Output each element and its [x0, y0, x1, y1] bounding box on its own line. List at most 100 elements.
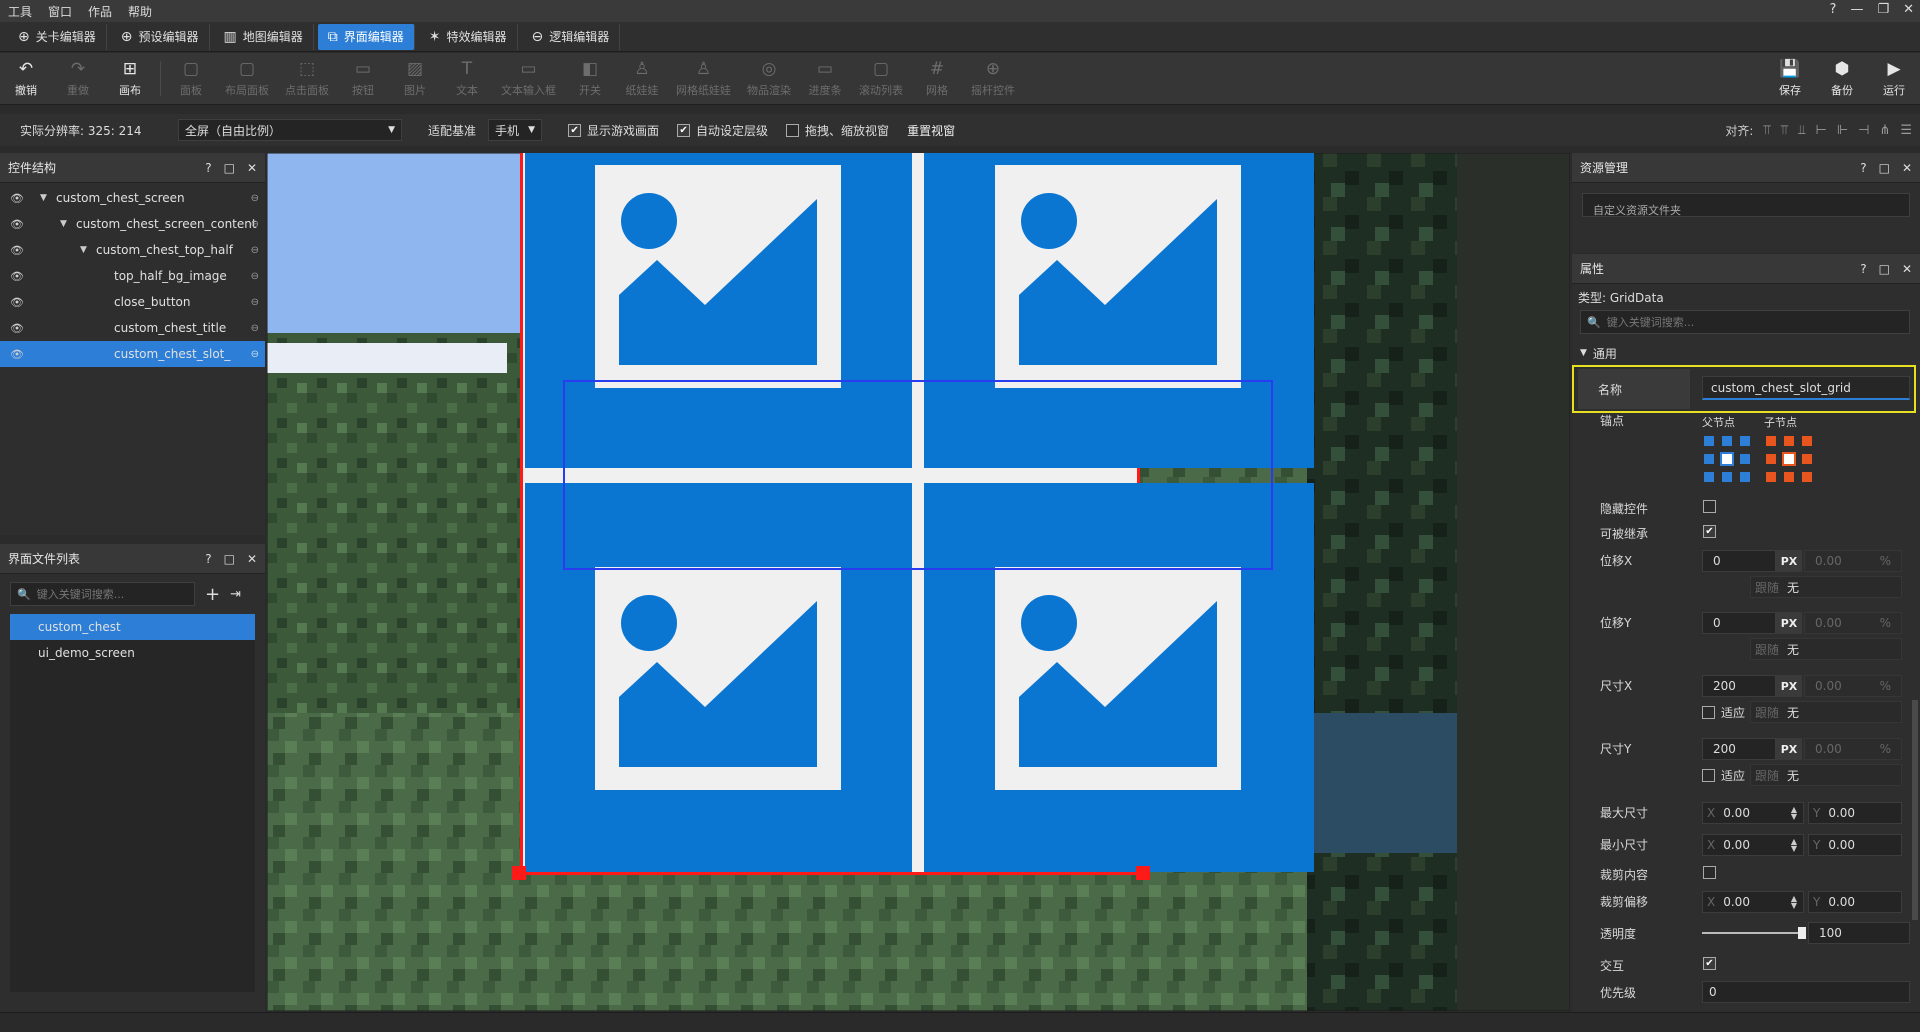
- min-size-x-input[interactable]: X 0.00 ▲ ▼: [1702, 834, 1804, 856]
- text-widget-button[interactable]: T 文本: [441, 53, 493, 104]
- tree-item[interactable]: 👁 ▼ custom_chest_screen_content ⊖: [0, 211, 265, 237]
- close-icon[interactable]: ✕: [247, 161, 257, 175]
- spinner-icon[interactable]: ▲ ▼: [1791, 838, 1797, 853]
- px-unit-button[interactable]: PX: [1776, 550, 1802, 572]
- switch-widget-button[interactable]: ◧ 开关: [564, 53, 616, 104]
- clip-offset-x-input[interactable]: X 0.00 ▲ ▼: [1702, 891, 1804, 913]
- size-x-follow-select[interactable]: 跟随无: [1750, 701, 1902, 723]
- text-input-widget-button[interactable]: ▭ 文本输入框: [493, 53, 564, 104]
- pos-x-follow-select[interactable]: 跟随无: [1750, 576, 1902, 598]
- alpha-slider-handle[interactable]: [1798, 927, 1806, 939]
- help-icon[interactable]: ?: [1860, 262, 1866, 276]
- alpha-input[interactable]: 100: [1808, 922, 1910, 944]
- hide-checkbox[interactable]: [1703, 500, 1716, 513]
- anchor-child-grid[interactable]: [1764, 432, 1814, 488]
- tab-ui-editor[interactable]: ⧉ 界面编辑器: [317, 23, 415, 50]
- tree-item[interactable]: 👁 ▼ custom_chest_top_half ⊖: [0, 237, 265, 263]
- tree-item[interactable]: 👁 ▼ custom_chest_screen ⊖: [0, 185, 265, 211]
- clip-checkbox[interactable]: [1703, 866, 1716, 879]
- auto-layer-toggle[interactable]: ✔ 自动设定层级: [677, 122, 768, 139]
- max-size-y-input[interactable]: Y 0.00: [1808, 802, 1902, 824]
- eye-icon[interactable]: 👁: [10, 270, 26, 283]
- alpha-slider-track[interactable]: [1702, 932, 1804, 934]
- size-y-percent-input[interactable]: 0.00%: [1804, 738, 1902, 760]
- show-game-toggle[interactable]: ✔ 显示游戏画面: [568, 122, 659, 139]
- close-icon[interactable]: ✕: [1902, 161, 1912, 175]
- resource-folder-input[interactable]: 自定义资源文件夹: [1582, 193, 1910, 217]
- canvas-button[interactable]: ⊞ 画布: [104, 53, 156, 104]
- eye-icon[interactable]: 👁: [10, 296, 26, 309]
- tab-map-editor[interactable]: ▥ 地图编辑器: [214, 23, 314, 50]
- reset-view-button[interactable]: 重置视窗: [907, 122, 955, 139]
- list-item[interactable]: custom_chest: [10, 614, 255, 640]
- button-widget-button[interactable]: ▭ 按钮: [337, 53, 389, 104]
- checkbox-unchecked[interactable]: [1702, 706, 1715, 719]
- priority-input[interactable]: 0: [1702, 981, 1910, 1003]
- device-select[interactable]: 手机 ▼: [488, 119, 543, 141]
- tab-preset-editor[interactable]: ⊕ 预设编辑器: [111, 23, 210, 50]
- resize-handle[interactable]: [1136, 866, 1150, 880]
- interact-checkbox[interactable]: ✔: [1703, 957, 1716, 970]
- tab-level-editor[interactable]: ⊕ 关卡编辑器: [8, 23, 107, 50]
- align-top-icon[interactable]: ⫪: [1763, 123, 1770, 138]
- menu-help[interactable]: 帮助: [120, 3, 160, 20]
- pos-x-percent-input[interactable]: 0.00%: [1804, 550, 1902, 572]
- px-unit-button[interactable]: PX: [1776, 675, 1802, 697]
- item-render-button[interactable]: ◎ 物品渲染: [739, 53, 799, 104]
- maximize-icon[interactable]: □: [1879, 161, 1890, 175]
- checkbox-checked[interactable]: ✔: [568, 123, 582, 137]
- checkbox-checked[interactable]: ✔: [677, 123, 691, 137]
- spinner-icon[interactable]: ▲ ▼: [1791, 806, 1797, 821]
- add-icon[interactable]: +: [205, 584, 220, 605]
- close-icon[interactable]: ✕: [247, 552, 257, 566]
- distribute-h-icon[interactable]: ⋔: [1879, 123, 1890, 138]
- stick-control-button[interactable]: ⊕ 摇杆控件: [963, 53, 1023, 104]
- size-x-input[interactable]: 200: [1702, 675, 1776, 697]
- checkbox-unchecked[interactable]: [786, 123, 800, 137]
- pos-y-percent-input[interactable]: 0.00%: [1804, 612, 1902, 634]
- save-button[interactable]: 💾 保存: [1764, 53, 1816, 105]
- name-field[interactable]: custom_chest_slot_grid: [1702, 376, 1910, 400]
- align-right-icon[interactable]: ⊣: [1858, 123, 1869, 138]
- tab-effect-editor[interactable]: ✶ 特效编辑器: [419, 23, 518, 50]
- menu-window[interactable]: 窗口: [40, 3, 80, 20]
- px-unit-button[interactable]: PX: [1776, 612, 1802, 634]
- min-size-y-input[interactable]: Y 0.00: [1808, 834, 1902, 856]
- checkbox-unchecked[interactable]: [1702, 769, 1715, 782]
- pos-y-input[interactable]: 0: [1702, 612, 1776, 634]
- tree-item[interactable]: 👁 custom_chest_title ⊖: [0, 315, 265, 341]
- distribute-v-icon[interactable]: ☰: [1900, 123, 1912, 138]
- align-bottom-icon[interactable]: ⫫: [1798, 123, 1805, 138]
- spinner-icon[interactable]: ▲ ▼: [1791, 895, 1797, 910]
- property-search-input[interactable]: 🔍 键入关键词搜索...: [1580, 310, 1910, 334]
- maximize-icon[interactable]: □: [224, 552, 235, 566]
- minimize-icon[interactable]: —: [1850, 2, 1863, 17]
- help-icon[interactable]: ?: [205, 552, 211, 566]
- size-x-percent-input[interactable]: 0.00%: [1804, 675, 1902, 697]
- paper-doll-button[interactable]: ♙ 纸娃娃: [616, 53, 668, 104]
- eye-icon[interactable]: 👁: [10, 322, 26, 335]
- max-size-x-input[interactable]: X 0.00 ▲ ▼: [1702, 802, 1804, 824]
- maximize-icon[interactable]: □: [224, 161, 235, 175]
- drag-zoom-toggle[interactable]: 拖拽、缩放视窗: [786, 122, 889, 139]
- undo-button[interactable]: ↶ 撤销: [0, 53, 52, 104]
- tree-item[interactable]: 👁 close_button ⊖: [0, 289, 265, 315]
- grid-button[interactable]: # 网格: [911, 53, 963, 104]
- resize-handle[interactable]: [512, 866, 526, 880]
- expand-arrow-icon[interactable]: ▼: [80, 245, 92, 255]
- expand-arrow-icon[interactable]: ▼: [60, 219, 72, 229]
- px-unit-button[interactable]: PX: [1776, 738, 1802, 760]
- layout-panel-button[interactable]: ▢ 布局面板: [217, 53, 277, 104]
- pos-y-follow-select[interactable]: 跟随无: [1750, 638, 1902, 660]
- scene-viewport[interactable]: [267, 153, 1570, 1011]
- restore-icon[interactable]: ❐: [1877, 2, 1889, 17]
- help-icon[interactable]: ?: [205, 161, 211, 175]
- eye-icon[interactable]: 👁: [10, 244, 26, 257]
- inherit-checkbox[interactable]: ✔: [1703, 525, 1716, 538]
- clip-offset-y-input[interactable]: Y 0.00: [1808, 891, 1902, 913]
- tree-item[interactable]: 👁 top_half_bg_image ⊖: [0, 263, 265, 289]
- screen-mode-select[interactable]: 全屏（自由比例） ▼: [178, 119, 402, 141]
- align-vcenter-icon[interactable]: ⫪: [1781, 123, 1788, 138]
- menu-works[interactable]: 作品: [80, 3, 120, 20]
- align-left-icon[interactable]: ⊢: [1815, 123, 1826, 138]
